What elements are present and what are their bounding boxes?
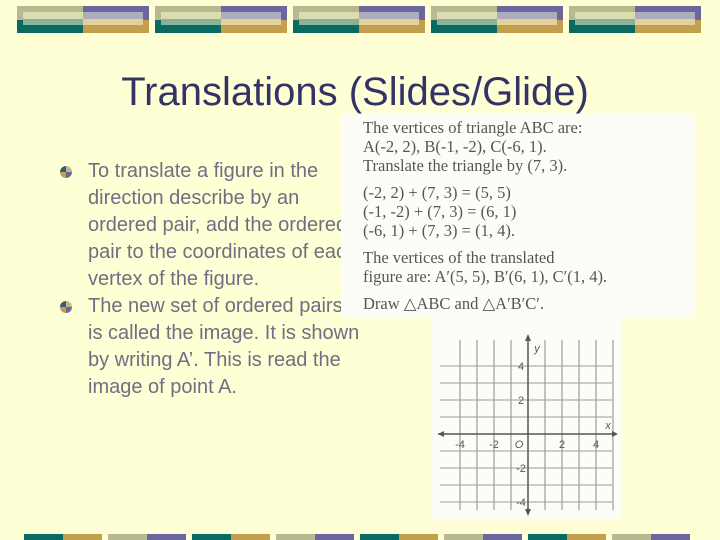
bullet-item: To translate a figure in the direction d… [60,158,360,293]
y-tick-label: 4 [518,361,524,373]
decorative-segment [612,534,690,540]
origin-label: O [515,439,524,451]
y-axis-label: y [533,343,541,355]
bullet-list: To translate a figure in the direction d… [60,158,360,401]
decorative-tile [293,6,425,33]
decorative-tile [155,6,287,33]
coordinate-grid-figure: -4 -2 2 4 4 2 -2 -4 Ox y [432,318,621,520]
x-tick-label: 2 [559,439,565,451]
x-axis-right-arrow-icon [612,431,618,437]
calc-line: (-6, 1) + (7, 3) = (1, 4). [363,221,515,240]
bullet-text: To translate a figure in the direction d… [88,160,358,290]
x-tick-label: -2 [489,439,499,451]
example-line: Translate the triangle by (7, 3). [363,156,568,175]
top-decorative-band [17,6,701,33]
draw-instruction: Draw △ABC and △A′B′C′. [363,294,545,313]
decorative-segment [528,534,606,540]
decorative-segment [360,534,438,540]
quadrant-circle-bullet-icon [60,166,72,178]
decorative-tile [431,6,563,33]
decorative-tile [569,6,701,33]
y-tick-label: 2 [518,395,524,407]
bullet-item: The new set of ordered pairs is called t… [60,293,360,401]
x-tick-label: -4 [455,439,465,451]
y-axis-up-arrow-icon [525,334,531,341]
decorative-segment [192,534,270,540]
y-tick-label: -2 [516,463,526,475]
bullet-text: The new set of ordered pairs is called t… [88,295,360,398]
result-line: The vertices of the translated [363,248,555,267]
quadrant-circle-bullet-icon [60,301,72,313]
y-axis-down-arrow-icon [525,509,531,516]
bottom-decorative-band [24,534,690,540]
example-textbook-excerpt: The vertices of triangle ABC are: A(-2, … [341,114,695,318]
decorative-segment [24,534,102,540]
x-axis-label: x [604,420,611,432]
calc-line: (-1, -2) + (7, 3) = (6, 1) [363,202,517,221]
result-line: figure are: A′(5, 5), B′(6, 1), C′(1, 4)… [363,267,608,286]
slide-title: Translations (Slides/Glide) [121,70,589,114]
example-line: A(-2, 2), B(-1, -2), C(-6, 1). [363,137,547,156]
example-line: The vertices of triangle ABC are: [363,118,583,137]
coordinate-grid: -4 -2 2 4 4 2 -2 -4 Ox y [438,334,618,516]
decorative-tile [17,6,149,33]
decorative-segment [108,534,186,540]
x-tick-label: 4 [593,439,599,451]
y-tick-label: -4 [516,497,526,509]
decorative-segment [444,534,522,540]
decorative-segment [276,534,354,540]
calc-line: (-2, 2) + (7, 3) = (5, 5) [363,183,511,202]
x-axis-left-arrow-icon [438,431,444,437]
